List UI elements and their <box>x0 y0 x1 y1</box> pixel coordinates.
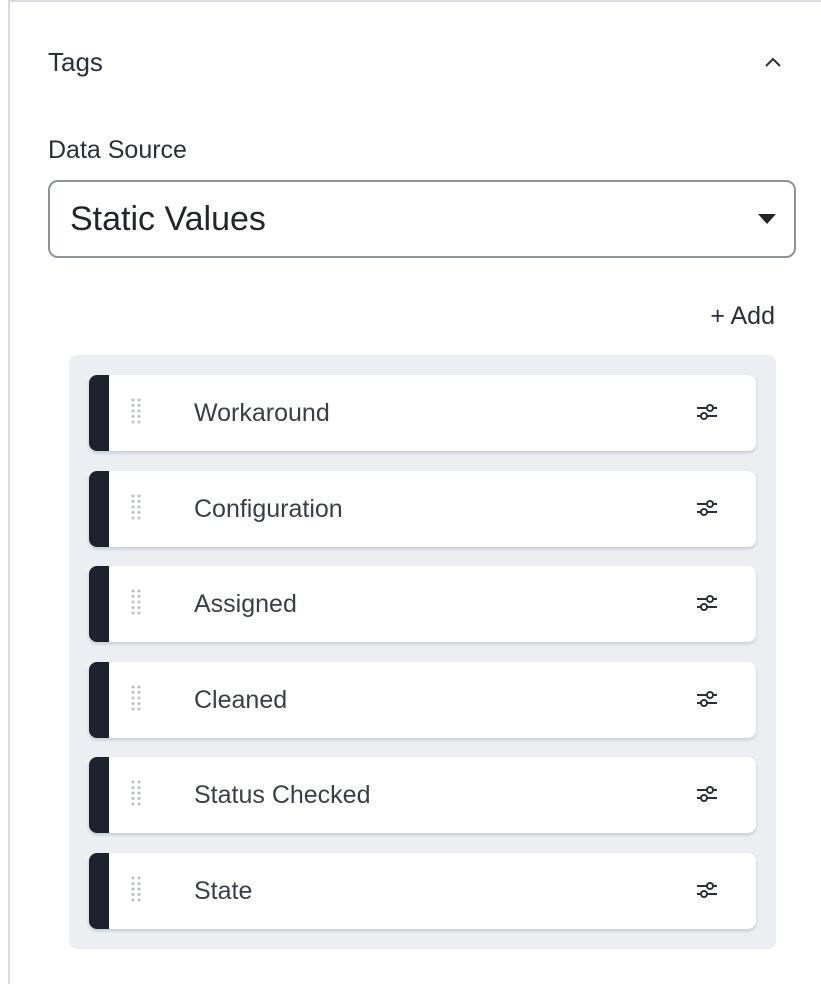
sliders-icon[interactable] <box>692 493 722 523</box>
tag-item-workaround[interactable]: Workaround <box>89 375 756 451</box>
tag-item-assigned[interactable]: Assigned <box>89 566 756 642</box>
tag-label: Assigned <box>194 590 297 618</box>
drag-handle-icon[interactable] <box>131 494 141 520</box>
tag-accent-bar <box>89 853 109 929</box>
drag-handle-icon[interactable] <box>131 398 141 424</box>
sliders-icon[interactable] <box>692 588 722 618</box>
tag-list: Workaround Configuration Assigned Cleane… <box>69 355 776 949</box>
tags-panel: Tags Data Source Static Values + Add Wor… <box>8 0 821 984</box>
drag-handle-icon[interactable] <box>131 876 141 902</box>
tag-label: Workaround <box>194 399 330 427</box>
chevron-up-icon[interactable] <box>753 42 793 82</box>
tag-item-status-checked[interactable]: Status Checked <box>89 757 756 833</box>
tag-accent-bar <box>89 566 109 642</box>
tag-item-state[interactable]: State <box>89 853 756 929</box>
sliders-icon[interactable] <box>692 779 722 809</box>
tag-item-cleaned[interactable]: Cleaned <box>89 662 756 738</box>
panel-title: Tags <box>48 46 103 77</box>
tag-accent-bar <box>89 375 109 451</box>
drag-handle-icon[interactable] <box>131 780 141 806</box>
sliders-icon[interactable] <box>692 684 722 714</box>
data-source-value: Static Values <box>70 199 266 238</box>
sliders-icon[interactable] <box>692 875 722 905</box>
tag-label: State <box>194 877 253 905</box>
tag-item-configuration[interactable]: Configuration <box>89 471 756 547</box>
drag-handle-icon[interactable] <box>131 685 141 711</box>
tag-label: Configuration <box>194 495 343 523</box>
data-source-select[interactable]: Static Values <box>48 180 796 258</box>
tag-accent-bar <box>89 757 109 833</box>
sliders-icon[interactable] <box>692 397 722 427</box>
add-tag-button[interactable]: + Add <box>710 302 775 331</box>
tag-accent-bar <box>89 662 109 738</box>
tag-accent-bar <box>89 471 109 547</box>
tag-label: Cleaned <box>194 686 288 714</box>
panel-header[interactable]: Tags <box>48 42 793 82</box>
caret-down-icon <box>758 214 776 224</box>
tag-label: Status Checked <box>194 781 371 809</box>
data-source-label: Data Source <box>48 136 187 164</box>
drag-handle-icon[interactable] <box>131 589 141 615</box>
